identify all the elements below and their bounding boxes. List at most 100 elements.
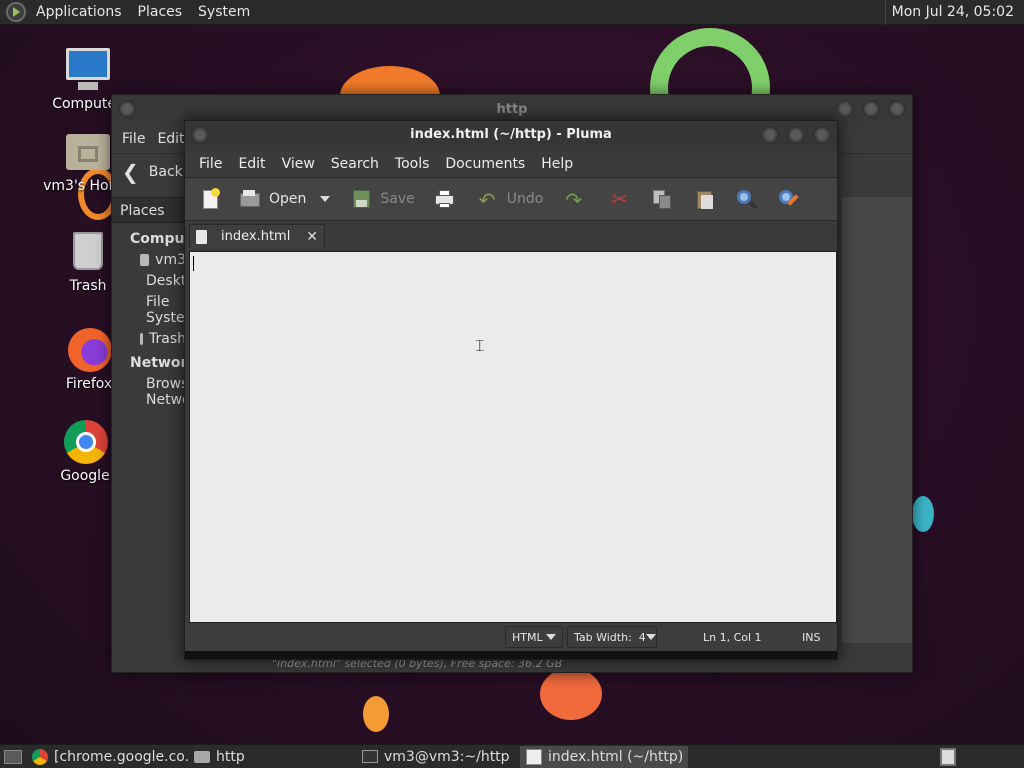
places-header[interactable]: Places [112,197,186,223]
document-icon [196,229,207,244]
chevron-down-icon[interactable] [320,196,331,202]
menu-tools[interactable]: Tools [387,156,438,172]
text-caret [193,256,194,271]
menu-view[interactable]: View [274,156,323,172]
clipboard-icon [693,188,715,210]
network-group-label: Network [130,355,197,371]
document-tab-label: index.html [221,229,291,244]
window-menu-button[interactable] [118,100,136,118]
sidebar-item-trash[interactable]: Trash [112,326,186,347]
mate-logo-icon[interactable] [6,2,26,22]
paste-button[interactable] [687,183,721,215]
undo-arrow-icon: ↶ [478,188,496,212]
top-panel: Applications Places System Mon Jul 24, 0… [0,0,1024,25]
file-manager-sidebar: Places Computer vm3 Desktop File System … [112,197,208,643]
file-manager-content [842,197,912,643]
wallpaper-orange-blob-2 [540,668,602,720]
show-desktop-button[interactable] [0,746,26,768]
sidebar-item-home[interactable]: vm3 [112,247,186,268]
search-replace-icon [777,188,800,210]
scissors-icon: ✂ [611,187,629,211]
copy-icon [651,188,673,210]
wallpaper-cyan-dot [912,496,934,532]
save-icon [350,188,372,210]
close-tab-icon[interactable]: ✕ [306,229,318,245]
search-button[interactable] [729,183,763,215]
window-bottom-edge [185,651,837,659]
menu-documents[interactable]: Documents [437,156,533,172]
cursor-position: Ln 1, Col 1 [703,631,762,644]
text-editor-window[interactable]: index.html (~/http) - Pluma File Edit Vi… [184,120,838,660]
home-icon [140,254,150,266]
undo-button-label: Undo [506,191,544,207]
system-menu[interactable]: System [190,0,258,25]
minimize-button[interactable] [761,126,779,144]
terminal-icon [362,750,378,763]
menu-edit[interactable]: Edit [230,156,273,172]
language-selector-label: HTML [512,630,543,644]
new-document-button[interactable] [193,183,227,215]
sidebar-item-filesystem[interactable]: File System [112,289,198,326]
text-editor-statusbar: HTML Tab Width: 4 Ln 1, Col 1 INS [185,623,837,651]
save-button[interactable]: Save [344,183,420,215]
tab-width-selector[interactable]: Tab Width: 4 [567,626,657,648]
taskbar-item-chrome[interactable]: [chrome.google.co... [26,746,188,768]
show-desktop-icon [4,749,22,764]
menu-search[interactable]: Search [323,156,387,172]
window-menu-button[interactable] [191,126,209,144]
replace-button[interactable] [771,183,805,215]
new-document-icon [199,188,221,210]
search-icon [735,188,758,210]
workspace-switcher[interactable] [940,748,956,766]
chrome-icon [32,748,48,765]
text-editor-titlebar[interactable]: index.html (~/http) - Pluma [185,121,837,151]
text-editor-area[interactable]: ⌶ [189,251,837,623]
maximize-button[interactable] [787,126,805,144]
sidebar-item-desktop[interactable]: Desktop [112,268,204,289]
clock[interactable]: Mon Jul 24, 05:02 [884,0,1020,25]
close-button[interactable] [813,126,831,144]
back-button[interactable]: Back [149,164,183,180]
wallpaper-orange-dot [363,696,389,732]
taskbar-item-text-editor[interactable]: index.html (~/http) ... [520,745,688,768]
language-selector[interactable]: HTML [505,626,563,648]
taskbar-item-terminal[interactable]: vm3@vm3:~/http [356,746,520,768]
trash-icon [65,228,111,274]
chrome-icon [62,418,108,464]
document-tabbar: index.html ✕ [185,221,837,248]
bottom-taskbar: [chrome.google.co... http vm3@vm3:~/http… [0,744,1024,768]
trash-icon [140,333,143,345]
desktop-icon-label: Google [60,468,110,484]
taskbar-item-file-manager[interactable]: http [188,746,356,768]
printer-icon [433,188,455,210]
redo-arrow-icon: ↷ [565,188,583,212]
places-menu[interactable]: Places [130,0,191,25]
cut-button[interactable]: ✂ [603,183,637,215]
redo-button[interactable]: ↷ [557,183,591,215]
maximize-button[interactable] [862,100,880,118]
ibeam-cursor-icon: ⌶ [475,336,485,355]
firefox-icon [66,326,112,372]
print-button[interactable] [427,183,461,215]
applications-menu[interactable]: Applications [28,0,130,25]
copy-button[interactable] [645,183,679,215]
text-editor-menubar: File Edit View Search Tools Documents He… [185,151,837,177]
document-tab[interactable]: index.html ✕ [189,224,325,248]
menu-file[interactable]: File [116,131,151,147]
desktop-icon-label: Trash [69,278,107,294]
tab-width-label: Tab Width: 4 [574,630,646,644]
menu-help[interactable]: Help [533,156,581,172]
minimize-button[interactable] [836,100,854,118]
chevron-down-icon [546,634,556,640]
sidebar-item-browse-network[interactable]: Browse Network [112,371,204,408]
insert-mode: INS [802,631,821,644]
save-button-label: Save [380,191,415,207]
desktop-icon-label: Firefox [65,376,113,392]
chevron-down-icon [645,634,656,640]
undo-button[interactable]: ↶ Undo [471,183,550,215]
menu-file[interactable]: File [191,156,230,172]
folder-icon [194,750,210,763]
back-arrow-icon[interactable]: ❮ [122,160,139,184]
close-button[interactable] [888,100,906,118]
open-button[interactable]: Open [233,183,336,215]
